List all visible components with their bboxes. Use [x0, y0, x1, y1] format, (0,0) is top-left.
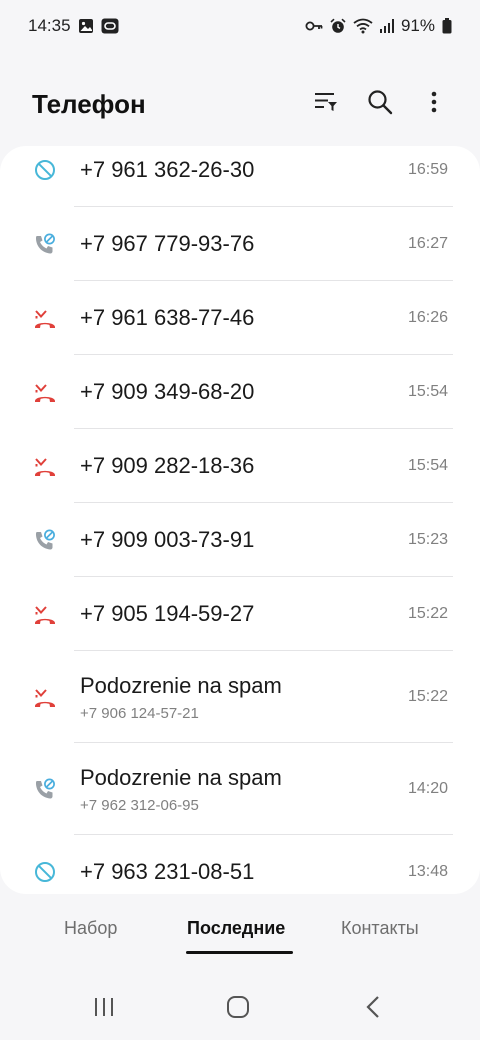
header-actions: [312, 89, 448, 120]
call-row[interactable]: Podozrenie na spam +7 962 312-06-95 14:20: [0, 743, 480, 835]
call-row[interactable]: +7 961 638-77-46 16:26: [0, 281, 480, 355]
call-texts: +7 963 231-08-51: [80, 835, 370, 894]
more-options-icon: [431, 91, 437, 118]
missed-call-icon: [33, 685, 57, 709]
home-icon: [226, 995, 250, 1024]
more-options-button[interactable]: [420, 90, 448, 118]
call-time: 16:59: [407, 161, 448, 178]
rejected-call-icon: [33, 777, 57, 801]
call-row[interactable]: +7 909 003-73-91 15:23: [0, 503, 480, 577]
call-row[interactable]: +7 961 362-26-30 16:59: [0, 146, 480, 207]
search-button[interactable]: [366, 89, 394, 120]
call-time: 16:26: [407, 309, 448, 326]
call-row[interactable]: +7 909 349-68-20 15:54: [0, 355, 480, 429]
back-icon: [365, 995, 381, 1024]
tab-dialer[interactable]: Набор: [64, 918, 117, 939]
signal-icon: [379, 19, 394, 33]
status-bar: 14:35 91%: [0, 0, 480, 52]
call-texts: +7 961 362-26-30: [80, 146, 370, 207]
status-time: 14:35: [28, 16, 71, 35]
app-header: Телефон: [0, 84, 480, 124]
call-time: 16:27: [407, 235, 448, 252]
battery-icon: [442, 18, 452, 34]
call-time: 15:54: [407, 457, 448, 474]
call-time: 15:23: [407, 531, 448, 548]
call-row[interactable]: +7 905 194-59-27 15:22: [0, 577, 480, 651]
call-time: 15:22: [407, 605, 448, 622]
call-texts: +7 905 194-59-27: [80, 577, 370, 651]
call-time: 15:54: [407, 383, 448, 400]
alarm-icon: [330, 18, 346, 34]
call-primary-text: +7 967 779-93-76: [80, 231, 255, 256]
search-icon: [367, 89, 393, 120]
missed-call-icon: [33, 306, 57, 330]
call-primary-text: Podozrenie na spam: [80, 672, 282, 698]
call-time: 14:20: [407, 780, 448, 797]
call-row[interactable]: +7 909 282-18-36 15:54: [0, 429, 480, 503]
filter-icon: [314, 91, 338, 118]
blocked-icon: [33, 158, 57, 182]
call-row[interactable]: +7 963 231-08-51 13:48: [0, 835, 480, 894]
rejected-call-icon: [33, 528, 57, 552]
missed-call-icon: [33, 454, 57, 478]
call-number: +7 962 312-06-95: [80, 796, 199, 814]
call-primary-text: +7 909 003-73-91: [80, 527, 255, 552]
call-primary-text: +7 909 282-18-36: [80, 453, 255, 478]
key-icon: [305, 20, 323, 32]
missed-call-icon: [33, 602, 57, 626]
call-texts: Podozrenie na spam +7 906 124-57-21: [80, 651, 370, 743]
call-time: 13:48: [407, 863, 448, 880]
filter-button[interactable]: [312, 90, 340, 118]
call-primary-text: Podozrenie na spam: [80, 764, 282, 790]
call-time: 15:22: [407, 688, 448, 705]
page-title: Телефон: [32, 88, 146, 119]
recent-calls-list[interactable]: +7 961 362-26-30 16:59 +7 967 779-93-76 16:…: [0, 146, 480, 894]
call-texts: +7 909 349-68-20: [80, 355, 370, 429]
tab-contacts[interactable]: Контакты: [341, 918, 419, 939]
active-tab-indicator: [186, 951, 293, 954]
missed-call-icon: [33, 380, 57, 404]
tab-recents[interactable]: Последние: [187, 918, 285, 939]
call-row[interactable]: +7 967 779-93-76 16:27: [0, 207, 480, 281]
call-texts: +7 967 779-93-76: [80, 207, 370, 281]
screen-record-icon: [101, 18, 119, 34]
call-texts: +7 909 282-18-36: [80, 429, 370, 503]
status-left: 14:35: [28, 16, 119, 36]
call-primary-text: +7 963 231-08-51: [80, 859, 255, 884]
system-nav-bar: [0, 985, 480, 1033]
call-row[interactable]: Podozrenie na spam +7 906 124-57-21 15:22: [0, 651, 480, 743]
call-primary-text: +7 909 349-68-20: [80, 379, 255, 404]
back-button[interactable]: [355, 995, 391, 1023]
call-primary-text: +7 905 194-59-27: [80, 601, 255, 626]
status-right: 91%: [305, 16, 452, 36]
call-primary-text: +7 961 362-26-30: [80, 157, 255, 182]
bottom-tabs: Набор Последние Контакты: [0, 918, 480, 964]
battery-level: 91%: [400, 16, 435, 35]
wifi-icon: [353, 18, 373, 34]
rejected-call-icon: [33, 232, 57, 256]
call-number: +7 906 124-57-21: [80, 704, 199, 722]
recent-apps-icon: [93, 996, 115, 1023]
call-texts: +7 909 003-73-91: [80, 503, 370, 577]
home-button[interactable]: [220, 995, 256, 1023]
call-primary-text: +7 961 638-77-46: [80, 305, 255, 330]
gallery-icon: [78, 18, 94, 34]
blocked-icon: [33, 860, 57, 884]
call-texts: +7 961 638-77-46: [80, 281, 370, 355]
call-texts: Podozrenie na spam +7 962 312-06-95: [80, 743, 370, 835]
recent-apps-button[interactable]: [86, 995, 122, 1023]
